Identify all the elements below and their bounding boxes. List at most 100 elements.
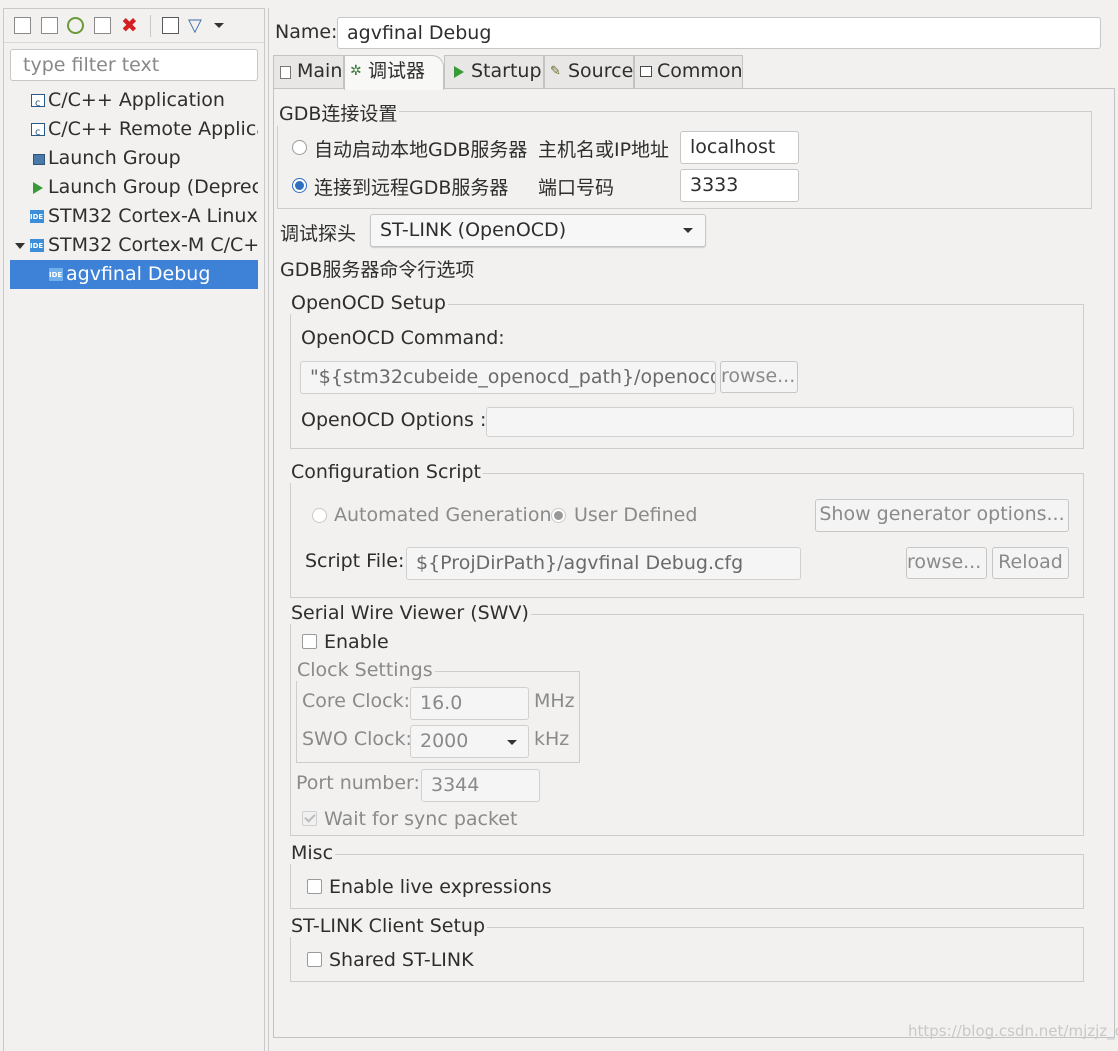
show-generator-options-button[interactable]: Show generator options... [815,499,1069,532]
main-tab-icon [280,66,291,79]
gdb-connection-title: GDB连接设置 [277,99,400,126]
expand-twisty-icon[interactable] [15,243,25,249]
filter-input[interactable] [10,49,258,81]
config-tree: C/C++ Application C/C++ Remote Applicati… [4,86,264,296]
auto-start-radio[interactable] [292,140,307,155]
ide-icon [49,261,63,289]
swv-port-input[interactable]: 3344 [421,769,540,802]
host-label: 主机名或IP地址 [538,139,670,161]
auto-start-label: 自动启动本地GDB服务器 [314,139,528,161]
swo-clock-value: 2000 [420,730,469,752]
misc-title: Misc [289,842,336,864]
script-browse-button[interactable]: rowse... [906,547,987,579]
launch-config-editor: Name: Main ✲ 调试器 Startup ✎ Source Common… [268,8,1118,1051]
tab-label: 调试器 [368,60,426,82]
swo-clock-unit: kHz [534,728,570,750]
collapse-all-icon[interactable] [162,17,179,34]
tab-label: Common [657,60,743,82]
tab-main[interactable]: Main [273,55,344,88]
host-input[interactable]: localhost [680,131,799,164]
swv-enable-checkbox[interactable] [302,634,317,649]
core-clock-input[interactable]: 16.0 [410,687,529,720]
openocd-options-input[interactable] [486,407,1074,437]
ide-icon [30,232,44,260]
tab-startup[interactable]: Startup [444,55,544,88]
copy-icon[interactable] [94,17,111,34]
probe-select-value: ST-LINK (OpenOCD) [380,219,567,241]
wait-sync-checkbox[interactable] [302,811,317,826]
tree-item-label: C/C++ Application [48,89,225,111]
live-expressions-checkbox[interactable] [307,879,322,894]
port-label: 端口号码 [538,177,615,199]
watermark-text: https://blog.csdn.net/mjzjz_c [908,1022,1118,1040]
startup-tab-icon [454,66,464,78]
tree-item-label: Launch Group [48,147,181,169]
launch-group-icon [33,154,45,165]
tree-item-label: C/C++ Remote Application [48,118,258,140]
reload-button[interactable]: Reload [992,547,1069,579]
openocd-browse-button[interactable]: rowse... [720,361,798,393]
debugger-tab-icon: ✲ [350,63,362,79]
tab-label: Main [297,60,343,82]
tab-label: Source [568,60,634,82]
shared-stlink-label: Shared ST-LINK [329,949,474,971]
toolbar-separator [150,15,151,37]
name-input[interactable] [337,17,1101,49]
swo-clock-label: SWO Clock: [302,728,412,750]
swv-enable-label: Enable [324,631,389,653]
tab-source[interactable]: ✎ Source [544,55,634,88]
common-tab-icon [640,66,652,77]
openocd-options-label: OpenOCD Options : [301,409,487,431]
filter-icon[interactable]: ▽ [188,17,205,35]
ide-icon [30,203,44,231]
tab-debugger[interactable]: ✲ 调试器 [344,55,444,90]
tree-item-stm32-cortex-m[interactable]: STM32 Cortex-M C/C++ Application [4,231,258,260]
tree-item-cpp-remote[interactable]: C/C++ Remote Application [4,115,258,144]
user-defined-label: User Defined [574,504,698,526]
wait-sync-label: Wait for sync packet [324,808,518,830]
name-label: Name: [275,21,338,43]
tree-item-agvfinal-debug[interactable]: agvfinal Debug [10,260,258,289]
source-tab-icon: ✎ [550,64,561,79]
user-defined-radio[interactable] [551,508,566,523]
script-file-input[interactable]: ${ProjDirPath}/agvfinal Debug.cfg [406,547,801,580]
swo-clock-select[interactable]: 2000 [410,725,529,758]
automated-generation-label: Automated Generation [334,504,552,526]
server-options-title: GDB服务器命令行选项 [280,259,475,281]
tree-item-launch-group[interactable]: Launch Group [4,144,258,173]
new-config-icon[interactable] [14,17,31,34]
tree-item-label: STM32 Cortex-A Linux Debugging [48,205,258,227]
tab-label: Startup [471,60,542,82]
swv-title: Serial Wire Viewer (SWV) [289,602,531,624]
view-menu-icon[interactable] [214,23,224,28]
cpp-remote-icon [31,118,45,144]
automated-generation-radio[interactable] [312,508,327,523]
port-input[interactable]: 3333 [680,169,799,202]
tree-item-stm32-cortex-a[interactable]: STM32 Cortex-A Linux Debugging [4,202,258,231]
export-icon[interactable] [67,17,84,34]
duplicate-icon[interactable] [41,17,58,34]
config-script-title: Configuration Script [289,461,483,483]
shared-stlink-checkbox[interactable] [307,952,322,967]
tree-item-launch-group-deprecated[interactable]: Launch Group (Deprecated) [4,173,258,202]
connect-remote-radio[interactable] [292,178,307,193]
clock-settings-title: Clock Settings [295,659,435,681]
swv-port-label: Port number: [296,772,420,794]
connect-remote-label: 连接到远程GDB服务器 [314,177,509,199]
tree-item-label: agvfinal Debug [66,263,211,285]
probe-select[interactable]: ST-LINK (OpenOCD) [370,214,706,247]
chevron-down-icon [507,740,517,745]
launch-icon [33,182,43,194]
core-clock-label: Core Clock: [302,690,411,712]
delete-icon[interactable]: ✖ [121,15,138,35]
tab-common[interactable]: Common [634,55,743,88]
stlink-client-title: ST-LINK Client Setup [289,915,488,937]
openocd-command-label: OpenOCD Command: [301,327,505,349]
debugger-tab-content: GDB连接设置 自动启动本地GDB服务器 主机名或IP地址 localhost … [273,88,1115,1038]
core-clock-unit: MHz [534,690,575,712]
chevron-down-icon [683,228,693,233]
tree-item-cpp-application[interactable]: C/C++ Application [4,86,258,115]
openocd-command-input[interactable]: "${stm32cubeide_openocd_path}/openocd" [300,361,716,394]
tree-toolbar: ✖ ▽ [4,9,264,43]
tree-item-label: Launch Group (Deprecated) [48,176,258,198]
